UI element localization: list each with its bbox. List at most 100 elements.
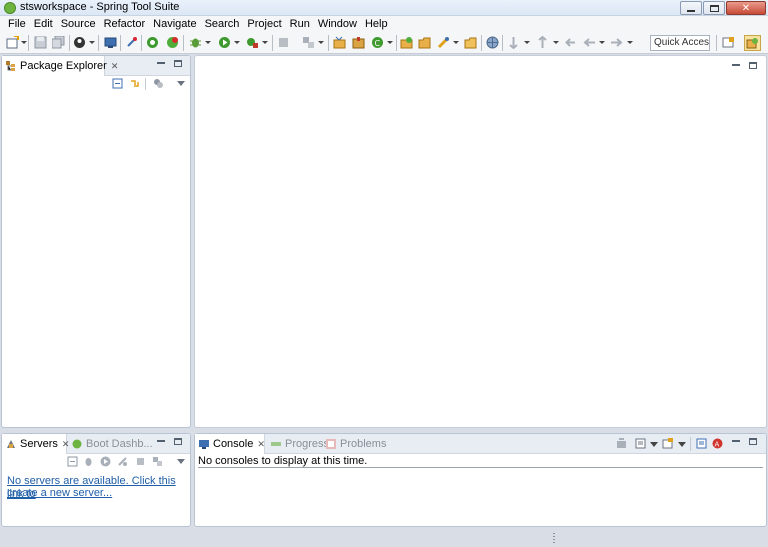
forward-icon[interactable] xyxy=(610,36,623,49)
back-icon[interactable] xyxy=(583,36,596,49)
search-dropdown[interactable] xyxy=(453,41,459,44)
spring-perspective-icon xyxy=(746,38,758,49)
open-resource-icon[interactable] xyxy=(418,36,431,49)
last-edit-icon[interactable] xyxy=(564,36,577,49)
close-icon: ✕ xyxy=(741,2,751,14)
new-class-icon[interactable]: C xyxy=(371,36,384,49)
open-perspective-button[interactable] xyxy=(720,35,737,51)
menu-navigate[interactable]: Navigate xyxy=(149,18,200,30)
display-selected-console-dropdown[interactable] xyxy=(650,442,658,447)
create-server-link-line2[interactable]: create a new server... xyxy=(7,487,112,500)
minimize-window-button[interactable] xyxy=(680,1,702,15)
focus-on-working-set-icon[interactable] xyxy=(153,78,164,89)
start-server-icon[interactable] xyxy=(146,36,159,49)
boot-icon[interactable] xyxy=(73,36,86,49)
quick-access-field[interactable]: Quick Access xyxy=(650,35,710,51)
minimize-view-icon[interactable] xyxy=(157,62,165,64)
relaunch-icon[interactable] xyxy=(166,36,179,49)
collapse-all-icon[interactable] xyxy=(112,78,123,89)
external-tools-icon[interactable] xyxy=(246,36,259,49)
tab-package-explorer[interactable]: Package Explorer ✕ xyxy=(2,56,118,76)
profile-server-icon[interactable] xyxy=(117,456,128,467)
debug-icon[interactable] xyxy=(189,36,202,49)
pin-icon[interactable] xyxy=(125,36,138,49)
search-icon[interactable] xyxy=(437,36,450,49)
console-icon[interactable] xyxy=(104,36,117,49)
display-selected-console-icon[interactable] xyxy=(635,438,646,449)
new-java-project-icon[interactable] xyxy=(400,36,413,49)
tab-problems[interactable]: Problems xyxy=(322,434,390,454)
close-tab-icon[interactable]: ✕ xyxy=(111,61,119,72)
menu-edit[interactable]: Edit xyxy=(30,18,57,30)
run-dropdown[interactable] xyxy=(234,41,240,44)
menu-help[interactable]: Help xyxy=(361,18,392,30)
new-package-icon[interactable] xyxy=(352,36,365,49)
run-icon[interactable] xyxy=(218,36,231,49)
build-icon[interactable] xyxy=(302,36,315,49)
minimize-view-icon[interactable] xyxy=(157,440,165,442)
pin-console-icon[interactable] xyxy=(616,438,627,449)
open-console-icon[interactable] xyxy=(662,438,673,449)
tab-boot-dashboard[interactable]: Boot Dashb... xyxy=(68,434,157,454)
package-explorer-icon xyxy=(6,61,15,71)
boot-dropdown[interactable] xyxy=(89,41,95,44)
back-dropdown[interactable] xyxy=(599,41,605,44)
maximize-view-icon[interactable] xyxy=(174,60,182,67)
open-type-icon[interactable] xyxy=(333,36,346,49)
stop-server-icon[interactable] xyxy=(135,456,146,467)
prev-annotation-icon[interactable] xyxy=(536,36,549,49)
new-class-dropdown[interactable] xyxy=(387,41,393,44)
start-server-icon[interactable] xyxy=(100,456,111,467)
link-with-editor-icon[interactable] xyxy=(129,78,140,89)
collapse-all-icon[interactable] xyxy=(67,456,78,467)
menu-window[interactable]: Window xyxy=(314,18,361,30)
svg-text:A: A xyxy=(715,441,720,449)
menu-refactor[interactable]: Refactor xyxy=(100,18,150,30)
open-console-dropdown[interactable] xyxy=(678,442,686,447)
menu-search[interactable]: Search xyxy=(201,18,244,30)
external-tools-dropdown[interactable] xyxy=(262,41,268,44)
prev-annotation-dropdown[interactable] xyxy=(553,41,559,44)
save-all-icon[interactable] xyxy=(52,36,65,49)
next-annotation-dropdown[interactable] xyxy=(524,41,530,44)
minimize-editor-icon[interactable] xyxy=(732,64,740,66)
minimize-view-icon[interactable] xyxy=(732,440,740,442)
open-folder-icon[interactable] xyxy=(464,36,477,49)
status-bar-grip[interactable] xyxy=(553,533,555,544)
console-header: Console ✕ Progress Problems A xyxy=(195,434,766,454)
tab-console[interactable]: Console ✕ xyxy=(195,434,265,454)
maximize-view-icon[interactable] xyxy=(174,438,182,445)
tab-servers[interactable]: Servers ✕ xyxy=(2,434,69,454)
publish-icon[interactable] xyxy=(152,456,163,467)
stop-icon[interactable] xyxy=(277,36,290,49)
menu-run[interactable]: Run xyxy=(286,18,314,30)
view-menu-icon[interactable] xyxy=(177,81,185,86)
close-window-button[interactable]: ✕ xyxy=(726,1,766,15)
close-tab-icon[interactable]: ✕ xyxy=(257,439,265,450)
new-wizard-icon[interactable] xyxy=(6,36,19,49)
debug-server-icon[interactable] xyxy=(83,456,94,467)
maximize-icon xyxy=(709,4,719,12)
view-menu-icon[interactable] xyxy=(177,459,185,464)
tab-label: Problems xyxy=(340,438,387,450)
spring-perspective-button[interactable] xyxy=(744,35,761,51)
build-dropdown[interactable] xyxy=(318,41,324,44)
next-annotation-icon[interactable] xyxy=(507,36,520,49)
maximize-view-icon[interactable] xyxy=(749,438,757,445)
debug-dropdown[interactable] xyxy=(205,41,211,44)
menu-source[interactable]: Source xyxy=(57,18,100,30)
maximize-window-button[interactable] xyxy=(703,1,725,15)
maximize-editor-icon[interactable] xyxy=(749,62,757,69)
console-divider xyxy=(198,467,763,468)
save-icon[interactable] xyxy=(34,36,47,49)
new-wizard-dropdown[interactable] xyxy=(21,41,27,44)
menu-file[interactable]: File xyxy=(4,18,30,30)
scroll-lock-icon[interactable]: A xyxy=(712,438,723,449)
menu-project[interactable]: Project xyxy=(243,18,285,30)
clear-console-icon[interactable] xyxy=(696,438,707,449)
console-view: Console ✕ Progress Problems A No console… xyxy=(194,433,767,527)
editor-area[interactable] xyxy=(194,55,767,428)
window-controls: ✕ xyxy=(680,1,766,15)
forward-dropdown[interactable] xyxy=(627,41,633,44)
globe-icon[interactable] xyxy=(486,36,499,49)
